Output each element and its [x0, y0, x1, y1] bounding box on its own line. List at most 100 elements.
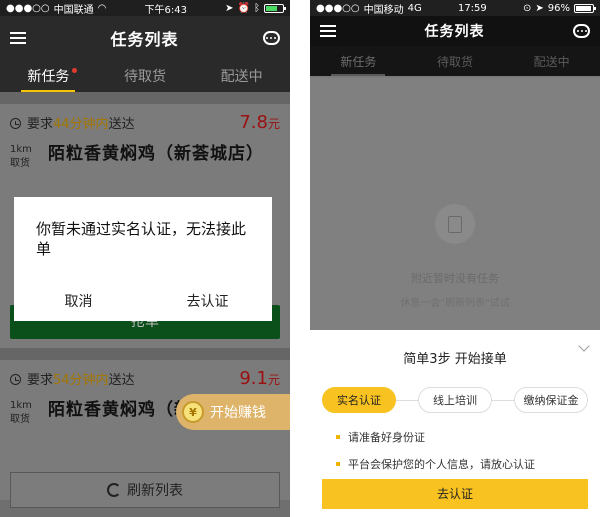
empty-document-icon — [435, 204, 475, 244]
empty-state-hint: 休息一会"刷新列表"试试 — [400, 298, 510, 309]
refresh-list-button[interactable]: 刷新列表 — [10, 472, 280, 508]
bullet-icon — [336, 435, 340, 439]
tab-label: 新任务 — [340, 54, 377, 69]
dialog-cancel-button[interactable]: 取消 — [14, 291, 143, 311]
tip-item: 请准备好身份证 — [336, 429, 600, 445]
wifi-icon: ◠ — [97, 2, 107, 14]
pickup-row: 1km 取货 陌粒香黄焖鸡（新荟城店） — [0, 137, 290, 177]
signal-icon: ●●●○○ — [316, 2, 360, 14]
menu-icon[interactable] — [320, 25, 336, 37]
refresh-label: 刷新列表 — [127, 483, 183, 499]
tab-label: 待取货 — [124, 69, 166, 85]
deadline-suffix: 送达 — [108, 117, 135, 132]
message-icon[interactable] — [262, 31, 280, 45]
dialog-verify-button[interactable]: 去认证 — [143, 291, 272, 311]
unread-dot — [71, 68, 77, 73]
message-icon[interactable] — [573, 24, 590, 38]
battery-icon — [573, 3, 596, 13]
deadline-text: 要求54分钟内送达 — [10, 369, 135, 388]
task-price: 9.1元 — [239, 368, 280, 389]
deadline-minutes: 44分钟内 — [53, 117, 109, 132]
refresh-icon — [107, 483, 121, 497]
status-bar: ●●●○○ 中国联通 ◠ 下午6:43 ➤ ⏰ ᛒ — [0, 0, 290, 16]
start-earning-button[interactable]: ¥ 开始赚钱 — [176, 394, 290, 430]
tab-pending-pickup[interactable]: 待取货 — [407, 46, 504, 76]
onboarding-steps: 实名认证 线上培训 缴纳保证金 — [310, 387, 600, 413]
onboarding-sheet: 简单3步 开始接单 实名认证 线上培训 缴纳保证金 请准备好身份证 平台会保护您… — [310, 330, 600, 517]
battery-icon — [264, 3, 286, 13]
tab-label: 待取货 — [437, 54, 474, 69]
price-value: 7.8 — [239, 112, 268, 133]
price-unit: 元 — [267, 117, 280, 131]
pickup-distance: 1km 取货 — [10, 399, 38, 427]
carrier-label: 中国移动 — [363, 4, 404, 16]
step-online-training[interactable]: 线上培训 — [418, 387, 492, 413]
tab-label: 新任务 — [27, 69, 70, 85]
deadline-suffix: 送达 — [108, 373, 135, 388]
go-verify-button[interactable]: 去认证 — [322, 479, 588, 509]
menu-icon[interactable] — [10, 32, 26, 44]
task-header: 要求44分钟内送达 7.8元 — [0, 104, 290, 137]
empty-state: 附近暂时没有任务 休息一会"刷新列表"试试 — [310, 78, 600, 330]
step-real-name-verification[interactable]: 实名认证 — [322, 387, 396, 413]
tab-new-tasks[interactable]: 新任务 — [0, 60, 97, 92]
screenshot-stage: ●●●○○ 中国联通 ◠ 下午6:43 ➤ ⏰ ᛒ 任务列表 新任务 待取货 配… — [0, 0, 600, 517]
active-tab-indicator — [21, 90, 76, 92]
page-title: 任务列表 — [110, 30, 179, 49]
coin-icon: ¥ — [182, 401, 204, 423]
location-icon: ➤ — [225, 2, 234, 14]
tab-delivering[interactable]: 配送中 — [503, 46, 600, 76]
distance-label: 取货 — [10, 414, 30, 425]
deadline-minutes: 54分钟内 — [53, 373, 109, 388]
time-label: 下午6:43 — [144, 4, 187, 16]
bluetooth-icon: ᛒ — [254, 2, 260, 14]
carrier-label: 中国联通 — [53, 4, 94, 16]
distance-value: 1km — [10, 400, 32, 411]
pickup-address: 陌粒香黄焖鸡（新荟城店） — [48, 144, 264, 164]
signal-icon: ●●●○○ — [6, 2, 50, 14]
verification-dialog: 你暂未通过实名认证，无法接此单 取消 去认证 — [14, 197, 272, 321]
start-earning-label: 开始赚钱 — [210, 405, 266, 421]
status-bar: ●●●○○ 中国移动 4G 17:59 ⊙ ➤ 96% — [310, 0, 600, 16]
lock-icon: ⊙ — [522, 2, 532, 14]
deadline-text: 要求44分钟内送达 — [10, 113, 135, 132]
battery-percent: 96% — [547, 2, 570, 14]
tab-pending-pickup[interactable]: 待取货 — [97, 60, 194, 92]
sheet-title: 简单3步 开始接单 — [403, 352, 507, 367]
clock-icon — [10, 118, 21, 129]
network-label: 4G — [407, 2, 422, 14]
price-unit: 元 — [267, 373, 280, 387]
tip-item: 平台会保护您的个人信息，请放心认证 — [336, 456, 600, 472]
tab-label: 配送中 — [533, 54, 570, 69]
tab-delivering[interactable]: 配送中 — [193, 60, 290, 92]
tab-new-tasks[interactable]: 新任务 — [310, 46, 407, 76]
right-phone-screen: ●●●○○ 中国移动 4G 17:59 ⊙ ➤ 96% 任务列表 新任务 待取货 — [310, 0, 600, 517]
distance-label: 取货 — [10, 158, 30, 169]
active-tab-indicator — [331, 74, 386, 76]
dialog-actions: 取消 去认证 — [14, 291, 272, 311]
task-price: 7.8元 — [239, 112, 280, 133]
distance-value: 1km — [10, 144, 32, 155]
time-label: 17:59 — [457, 2, 487, 14]
tips-list: 请准备好身份证 平台会保护您的个人信息，请放心认证 — [310, 413, 600, 472]
dialog-message: 你暂未通过实名认证，无法接此单 — [36, 220, 247, 258]
empty-state-text: 附近暂时没有任务 — [411, 272, 499, 285]
deadline-prefix: 要求 — [27, 373, 54, 388]
tip-text: 平台会保护您的个人信息，请放心认证 — [348, 458, 535, 471]
clock-icon — [10, 374, 21, 385]
location-icon: ➤ — [535, 2, 544, 14]
page-title: 任务列表 — [424, 24, 485, 40]
deadline-prefix: 要求 — [27, 117, 54, 132]
task-tabs: 新任务 待取货 配送中 — [0, 60, 290, 92]
step-pay-deposit[interactable]: 缴纳保证金 — [514, 387, 588, 413]
tip-text: 请准备好身份证 — [348, 431, 425, 444]
alarm-icon: ⏰ — [237, 2, 250, 14]
task-tabs: 新任务 待取货 配送中 — [310, 46, 600, 76]
tab-label: 配送中 — [220, 69, 263, 85]
pickup-distance: 1km 取货 — [10, 143, 38, 171]
task-header: 要求54分钟内送达 9.1元 — [0, 360, 290, 393]
left-phone-screen: ●●●○○ 中国联通 ◠ 下午6:43 ➤ ⏰ ᛒ 任务列表 新任务 待取货 配… — [0, 0, 290, 517]
navigation-bar: 任务列表 — [0, 16, 290, 60]
navigation-bar: 任务列表 — [310, 16, 600, 46]
price-value: 9.1 — [239, 368, 268, 389]
